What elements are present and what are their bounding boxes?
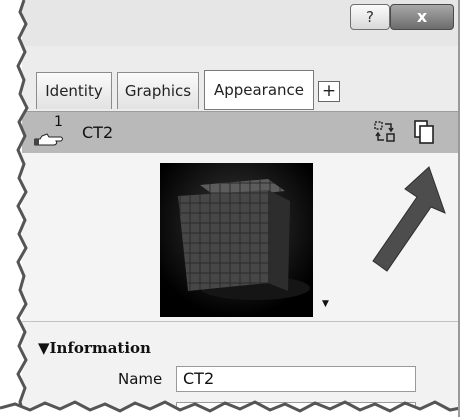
help-button[interactable]: ? (350, 4, 390, 30)
name-field[interactable]: CT2 (176, 366, 416, 392)
appearance-thumbnail[interactable] (160, 163, 313, 317)
copy-icon[interactable] (413, 120, 435, 144)
swap-icon[interactable] (374, 121, 396, 143)
tab-bar: Identity Graphics Appearance + (22, 46, 464, 111)
appearance-header-row: 1 CT2 (22, 111, 464, 154)
instance-count: 1 (54, 114, 63, 130)
chevron-down-icon[interactable]: ▼ (322, 299, 329, 309)
close-button[interactable]: x (390, 4, 454, 30)
appearance-name: CT2 (82, 123, 114, 142)
hand-icon (34, 133, 63, 146)
appearance-preview-area: ▼ (22, 153, 464, 321)
information-header[interactable]: ▼Information (38, 339, 151, 357)
torn-edge-left (0, 0, 29, 417)
arrow-annotation (372, 166, 446, 272)
tab-identity[interactable]: Identity (36, 72, 112, 109)
add-tab-button[interactable]: + (318, 81, 340, 102)
properties-dialog: ? x Identity Graphics Appearance + 1 CT2 (22, 0, 464, 417)
torn-edge-bottom (0, 400, 471, 417)
tab-appearance[interactable]: Appearance (204, 70, 314, 110)
dialog-right-border (458, 0, 471, 417)
name-label: Name (118, 370, 163, 388)
tab-graphics[interactable]: Graphics (117, 72, 199, 109)
title-bar: ? x (22, 0, 464, 47)
